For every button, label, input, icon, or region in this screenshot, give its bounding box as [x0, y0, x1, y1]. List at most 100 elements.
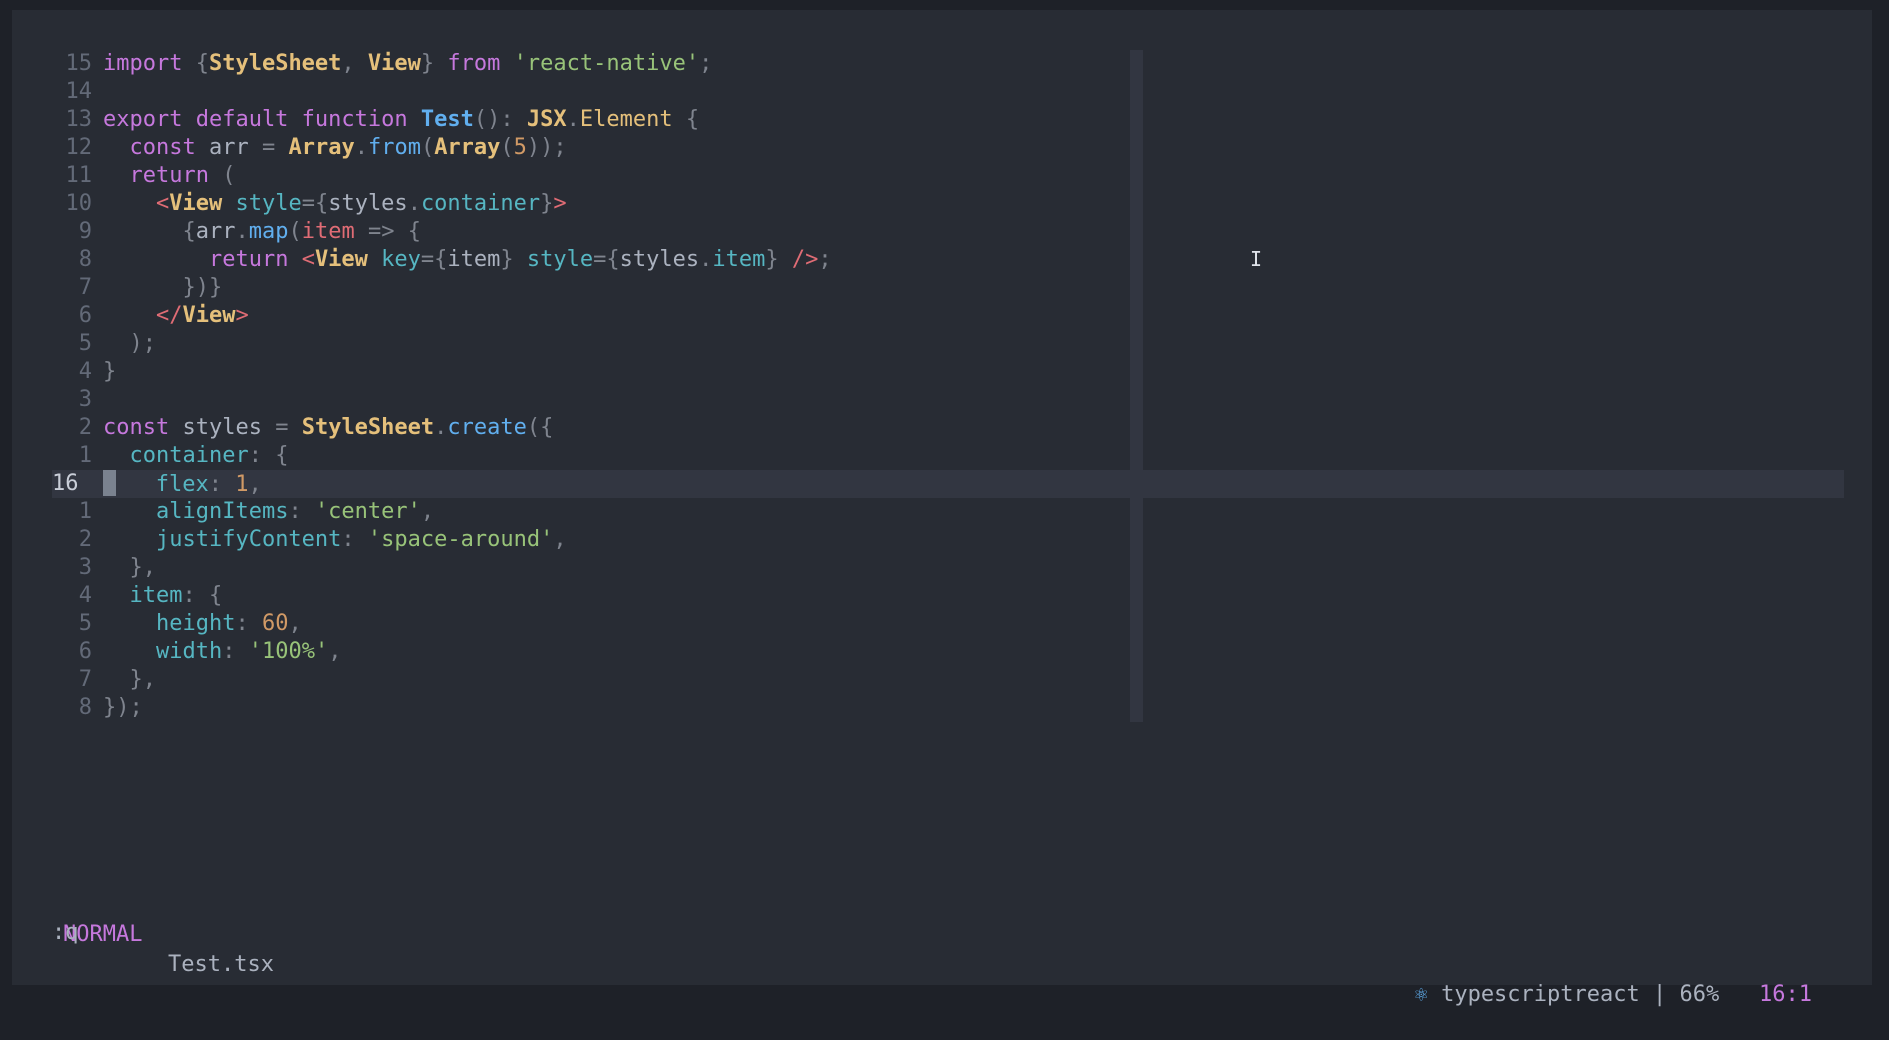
code-token: ( [222, 163, 236, 188]
command-line[interactable]: :q [52, 918, 79, 948]
code-token: } [765, 247, 792, 272]
code-editor[interactable]: 15 import {StyleSheet, View} from 'react-… [52, 50, 1844, 740]
line-number: 4 [78, 583, 92, 608]
code-token: )); [526, 135, 567, 160]
code-line[interactable]: 10 <View style={styles.container}> [52, 190, 1844, 218]
code-token: return [129, 163, 223, 188]
code-token: , [553, 527, 567, 552]
code-token: 5 [513, 135, 527, 160]
code-token: ( [288, 219, 302, 244]
filetype: typescriptreact [1441, 982, 1640, 1007]
code-token: = [261, 135, 289, 160]
code-line[interactable]: 6 </View> [52, 302, 1844, 330]
code-token: ( [420, 135, 435, 160]
line-number: 14 [65, 79, 93, 104]
code-token: : [341, 527, 368, 552]
text-cursor-icon: I [1250, 247, 1263, 271]
code-token: ; [699, 51, 713, 76]
code-text: alignItems: 'center', [103, 498, 434, 526]
code-text: container: { [103, 442, 289, 470]
code-line[interactable]: 3 [52, 386, 1844, 414]
code-token: flex [155, 472, 209, 497]
code-line[interactable]: 5 ); [52, 330, 1844, 358]
line-number: 2 [78, 527, 92, 552]
code-line[interactable]: 6 width: '100%', [52, 638, 1844, 666]
code-text: }, [103, 666, 156, 694]
code-token: </ [155, 303, 183, 328]
code-token: const [103, 415, 183, 440]
code-text: flex: 1, [103, 470, 262, 499]
code-token: Element [579, 107, 673, 132]
code-line[interactable]: 1 container: { [52, 442, 1844, 470]
code-token: 'space-around' [367, 527, 554, 552]
code-token: alignItems [155, 499, 289, 524]
code-line[interactable]: 9 {arr.map(item => { [52, 218, 1844, 246]
code-token: 'react-native' [513, 51, 700, 76]
code-token: < [301, 247, 315, 272]
code-line[interactable]: 3 }, [52, 554, 1844, 582]
code-line[interactable]: 15 import {StyleSheet, View} from 'react-… [52, 50, 1844, 78]
code-line[interactable]: 4} [52, 358, 1844, 386]
line-number: 1 [78, 499, 92, 524]
code-token: . [699, 247, 713, 272]
code-token: : [288, 499, 315, 524]
code-line[interactable]: 14 [52, 78, 1844, 106]
code-token: ( [500, 135, 514, 160]
code-token: : [222, 639, 249, 664]
code-token: } [540, 191, 554, 216]
line-number: 7 [78, 275, 92, 300]
code-token: Array [288, 135, 355, 160]
code-token: justifyContent [155, 527, 342, 552]
code-token: . [354, 135, 368, 160]
code-line[interactable]: 2 const styles = StyleSheet.create({ [52, 414, 1844, 442]
current-line[interactable]: 16 flex: 1, [52, 470, 1844, 498]
code-token: height [155, 611, 236, 636]
code-text: }); [103, 694, 143, 722]
status-right: ⚛ typescriptreact | 66% 16:1 [1415, 980, 1812, 1010]
line-number: 11 [65, 163, 93, 188]
code-text: export default function Test(): JSX.Elem… [103, 106, 699, 134]
code-line[interactable]: 2 justifyContent: 'space-around', [52, 526, 1844, 554]
code-text: </View> [103, 302, 249, 330]
code-line[interactable]: 5 height: 60, [52, 610, 1844, 638]
code-token: View [169, 191, 236, 216]
code-line[interactable]: 11 return ( [52, 162, 1844, 190]
code-token: , [420, 499, 435, 524]
scroll-percent: 66% [1679, 982, 1720, 1007]
code-text: })} [103, 274, 222, 302]
code-token: style [235, 191, 302, 216]
code-token: : { [248, 443, 289, 468]
code-token: Array [434, 135, 501, 160]
code-token: style [526, 247, 594, 272]
code-line[interactable]: 4 item: { [52, 582, 1844, 610]
code-token: { [103, 219, 196, 244]
code-line[interactable]: 8 return <View key={item} style={styles.… [52, 246, 1844, 274]
code-text: ); [103, 330, 156, 358]
code-line[interactable]: 1 alignItems: 'center', [52, 498, 1844, 526]
code-token: key [381, 247, 421, 272]
code-token: StyleSheet [208, 51, 342, 76]
code-token: > [553, 191, 567, 216]
line-number: 3 [78, 387, 92, 412]
code-token: < [155, 191, 170, 216]
code-line[interactable]: 7 }, [52, 666, 1844, 694]
code-token: ); [103, 331, 156, 356]
code-token: . [407, 191, 421, 216]
code-token: } [420, 51, 448, 76]
code-line[interactable]: 8}); [52, 694, 1844, 722]
code-line[interactable]: 12 const arr = Array.from(Array(5)); [52, 134, 1844, 162]
code-text: height: 60, [103, 610, 302, 638]
code-token: container [420, 191, 541, 216]
code-line[interactable]: 7 })} [52, 274, 1844, 302]
code-text: }, [103, 554, 156, 582]
code-token: : [235, 611, 262, 636]
code-token: import [103, 51, 196, 76]
code-line[interactable]: 13 export default function Test(): JSX.El… [52, 106, 1844, 134]
status-separator: | [1653, 982, 1667, 1007]
